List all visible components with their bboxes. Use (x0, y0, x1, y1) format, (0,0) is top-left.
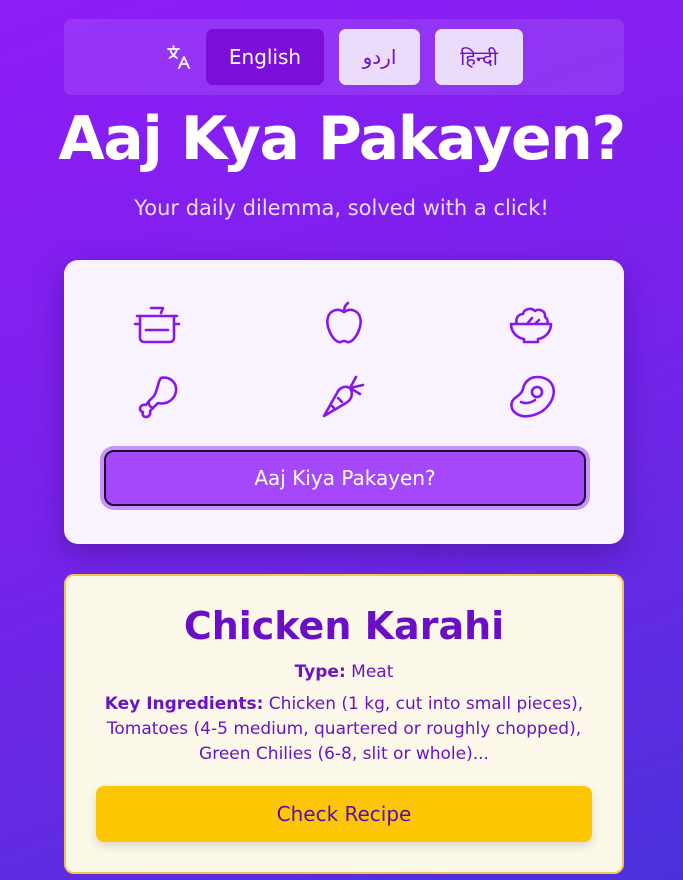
dish-type: Type: Meat (66, 662, 622, 682)
food-icon-grid (64, 300, 624, 420)
dish-type-label: Type: (294, 662, 346, 682)
language-english-button[interactable]: English (206, 29, 324, 85)
salad-bowl-icon (509, 307, 552, 344)
pick-dish-button[interactable]: Aaj Kiya Pakayen? (104, 450, 586, 506)
dish-ingredients-label: Key Ingredients: (104, 694, 264, 714)
cooking-pot-icon (134, 306, 181, 344)
dish-ingredients: Key Ingredients: Chicken (1 kg, cut into… (96, 692, 592, 767)
dish-type-value: Meat (351, 662, 394, 682)
carrot-icon (322, 375, 365, 418)
language-switcher: English اردو हिन्दी (64, 19, 624, 95)
check-recipe-button[interactable]: Check Recipe (96, 786, 592, 842)
dish-name: Chicken Karahi (183, 604, 505, 648)
steak-icon (509, 375, 555, 418)
drumstick-icon (139, 376, 178, 419)
translate-icon (165, 43, 193, 71)
language-hindi-button[interactable]: हिन्दी (435, 29, 523, 85)
dish-result-card: Chicken Karahi Type: Meat Key Ingredient… (64, 574, 624, 874)
page-title: Aaj Kya Pakayen? (58, 104, 626, 174)
language-urdu-button[interactable]: اردو (339, 29, 420, 85)
page-subtitle: Your daily dilemma, solved with a click! (134, 196, 549, 220)
food-picker-card: Aaj Kiya Pakayen? (64, 260, 624, 544)
apple-icon (326, 301, 362, 344)
